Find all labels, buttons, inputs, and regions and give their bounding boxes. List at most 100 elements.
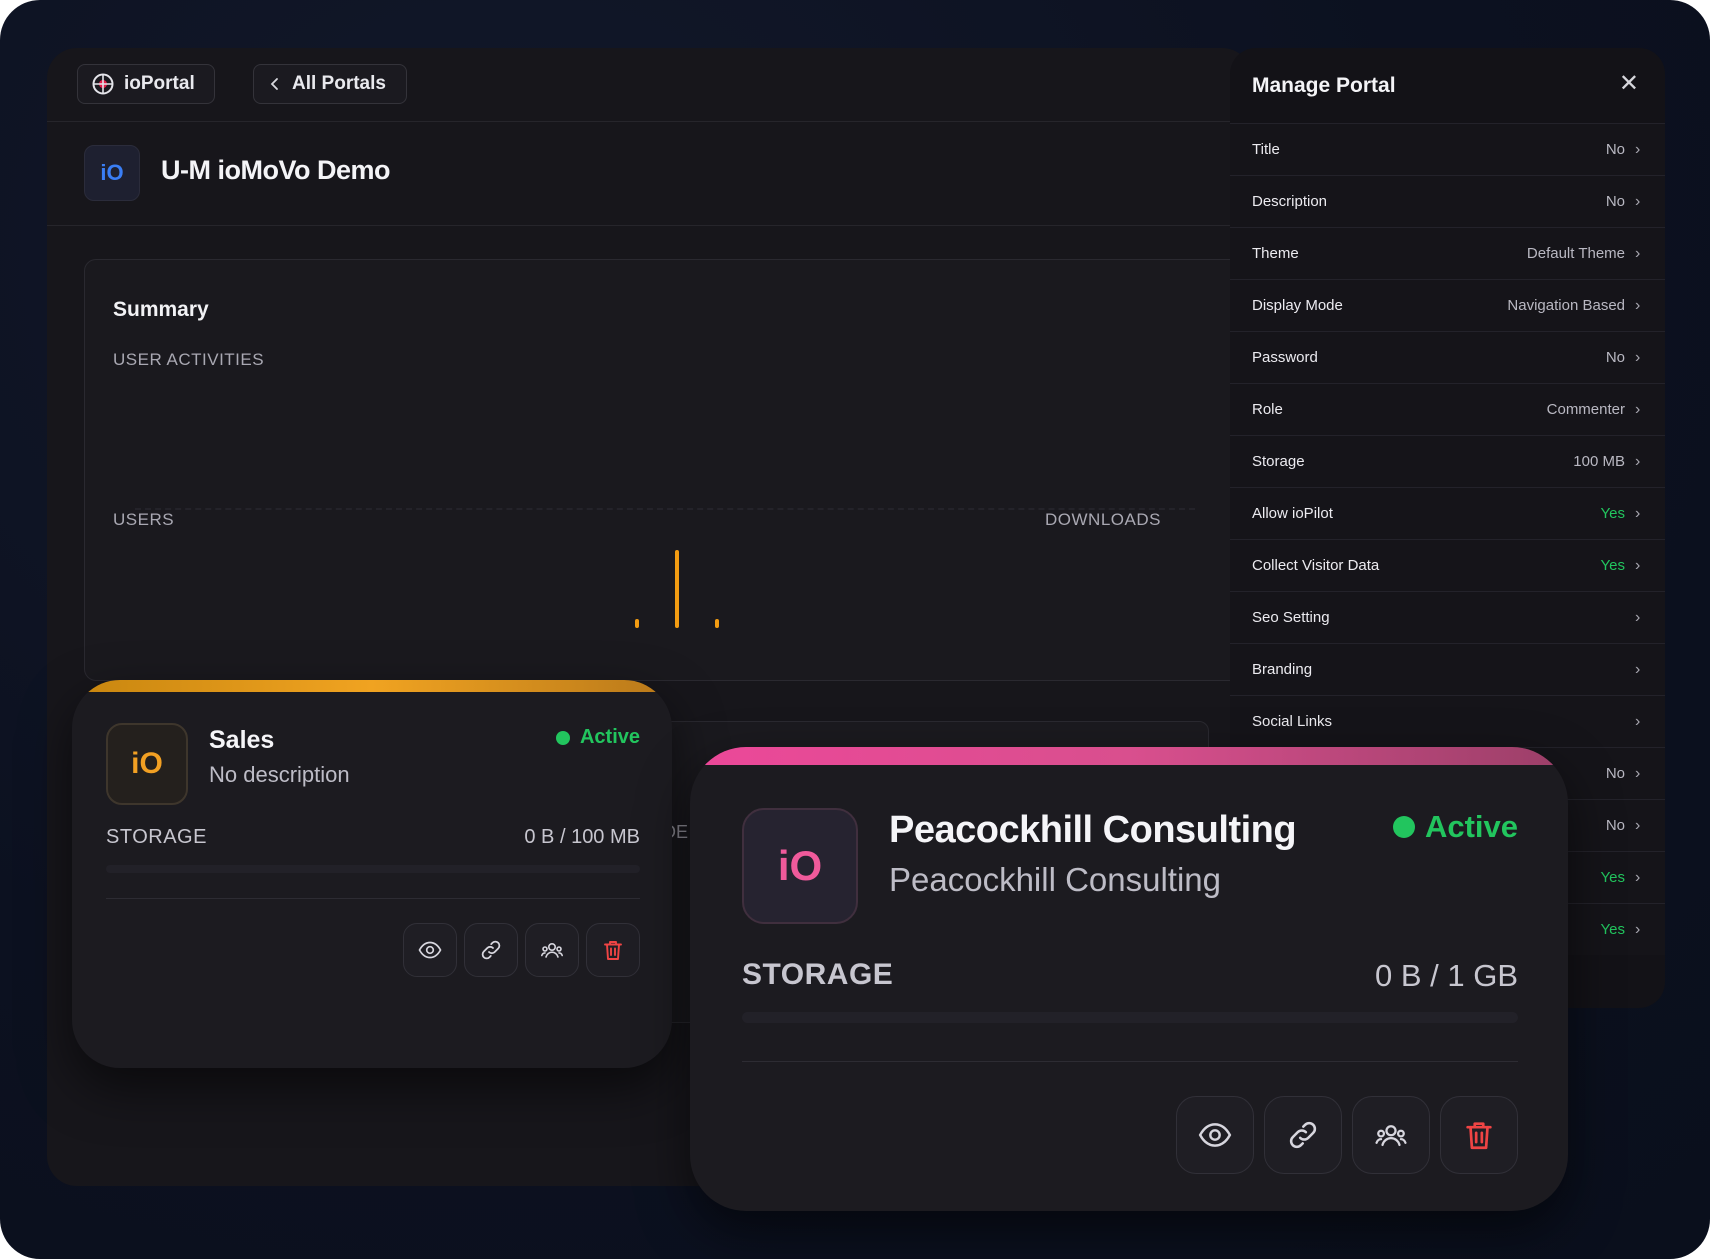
delete-button[interactable] [1440,1096,1518,1174]
card-actions [396,923,640,977]
chevron-right-icon: › [1635,608,1641,626]
users-icon [1374,1118,1408,1152]
chevron-right-icon: › [1635,660,1641,678]
all-portals-button[interactable]: All Portals [253,64,407,104]
setting-label: Display Mode [1252,297,1343,314]
setting-row[interactable]: Collect Visitor Data Yes › [1230,539,1665,591]
chevron-right-icon: › [1635,348,1641,366]
chevron-right-icon: › [1635,556,1641,574]
setting-row[interactable]: Role Commenter › [1230,383,1665,435]
chevron-right-icon: › [1635,400,1641,418]
status-badge: Active [1392,809,1518,845]
setting-label: Allow ioPilot [1252,505,1333,522]
downloads-small-bar [635,619,639,628]
card-actions [1166,1096,1518,1174]
setting-row[interactable]: Branding › [1230,643,1665,695]
setting-row[interactable]: Title No › [1230,123,1665,175]
activity-baseline [135,508,1195,510]
card-accent-bar [72,680,672,692]
setting-value: No [1605,817,1625,834]
chevron-right-icon: › [1635,868,1641,886]
chevron-right-icon: › [1635,504,1641,522]
manage-portal-title: Manage Portal [1252,74,1396,97]
setting-row[interactable]: Social Links › [1230,695,1665,747]
setting-value: Default Theme [1526,245,1625,262]
storage-label: STORAGE [742,958,894,991]
background-frame: ioPortal All Portals iO U-M ioMoVo Demo … [0,0,1710,1259]
chevron-right-icon: › [1635,816,1641,834]
chevron-right-icon: › [1635,192,1641,210]
card-logo: iO [106,723,188,805]
setting-value: Yes [1600,869,1625,886]
ioportal-home-button[interactable]: ioPortal [77,64,215,104]
card-title: Sales [209,726,275,754]
peacockhill-portal-card[interactable]: iO Peacockhill Consulting Peacockhill Co… [690,747,1568,1211]
chevron-left-icon [268,77,282,91]
setting-value: Yes [1600,921,1625,938]
storage-progress-bar [106,865,640,873]
setting-row[interactable]: Storage 100 MB › [1230,435,1665,487]
setting-label: Theme [1252,245,1299,262]
manage-users-button[interactable] [1352,1096,1430,1174]
setting-label: Password [1252,349,1318,366]
ioportal-logo-icon [92,73,114,95]
storage-progress-bar [742,1012,1518,1023]
setting-row[interactable]: Display Mode Navigation Based › [1230,279,1665,331]
link-icon [1286,1118,1320,1152]
delete-button[interactable] [586,923,640,977]
setting-row[interactable]: Description No › [1230,175,1665,227]
eye-icon [418,938,442,962]
setting-value: 100 MB [1573,453,1625,470]
view-button[interactable] [403,923,457,977]
setting-label: Description [1252,193,1328,210]
setting-row[interactable]: Theme Default Theme › [1230,227,1665,279]
top-bar: ioPortal All Portals [47,48,1252,122]
downloads-spike-bar [675,550,679,628]
setting-label: Storage [1252,453,1305,470]
setting-label: Branding [1252,661,1313,678]
close-icon[interactable]: ✕ [1619,72,1639,96]
status-label: Active [579,726,640,748]
storage-value: 0 B / 1 GB [1374,958,1518,993]
trash-icon [601,938,625,962]
setting-label: Title [1252,141,1280,158]
setting-row[interactable]: Allow ioPilot Yes › [1230,487,1665,539]
page-title: U-M ioMoVo Demo [161,155,390,185]
trash-icon [1462,1118,1496,1152]
link-icon [479,938,503,962]
card-description: Peacockhill Consulting [889,861,1222,898]
copy-link-button[interactable] [1264,1096,1342,1174]
setting-label: Seo Setting [1252,609,1330,626]
downloads-label: DOWNLOADS [1045,510,1161,529]
status-dot-icon [1392,816,1415,838]
card-divider [106,898,640,899]
setting-value: Navigation Based [1507,297,1625,314]
downloads-small-bar [715,619,719,628]
chevron-right-icon: › [1635,452,1641,470]
users-label: USERS [113,510,175,529]
setting-value: No [1605,349,1625,366]
copy-link-button[interactable] [464,923,518,977]
chevron-right-icon: › [1635,296,1641,314]
view-button[interactable] [1176,1096,1254,1174]
portal-logo-badge: iO [84,145,140,201]
setting-row[interactable]: Password No › [1230,331,1665,383]
manage-users-button[interactable] [525,923,579,977]
chevron-right-icon: › [1635,712,1641,730]
ioportal-label: ioPortal [124,73,195,94]
setting-row[interactable]: Seo Setting › [1230,591,1665,643]
chevron-right-icon: › [1635,244,1641,262]
setting-value: No [1605,141,1625,158]
portal-header: iO U-M ioMoVo Demo [47,121,1252,226]
summary-heading: Summary [113,298,209,321]
setting-label: Role [1252,401,1283,418]
sales-portal-card[interactable]: iO Sales No description Active STORAGE 0… [72,680,672,1068]
user-activities-label: USER ACTIVITIES [113,350,265,369]
status-label: Active [1424,809,1518,844]
chevron-right-icon: › [1635,764,1641,782]
card-description: No description [209,762,350,787]
card-accent-bar [690,747,1568,765]
setting-label: Collect Visitor Data [1252,557,1380,574]
summary-panel: Summary USER ACTIVITIES USERS DOWNLOADS [84,259,1252,681]
setting-value: Yes [1600,505,1625,522]
